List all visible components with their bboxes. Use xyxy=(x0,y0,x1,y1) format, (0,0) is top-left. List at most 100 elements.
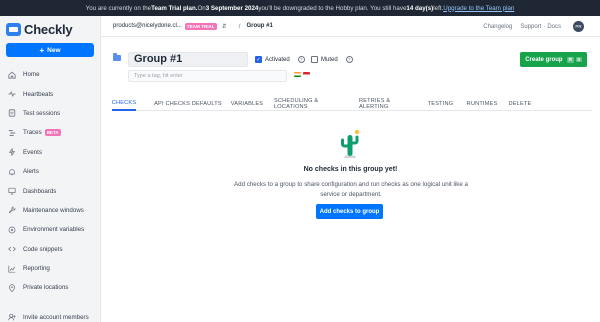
alerts-icon xyxy=(8,168,16,176)
reporting-icon xyxy=(8,265,16,273)
sidebar-item-label: Test sessions xyxy=(23,109,61,117)
help-icon[interactable]: ? xyxy=(297,56,305,63)
create-group-button[interactable]: Create group ⌘ S xyxy=(520,52,587,67)
top-links: Changelog Support · Docs xyxy=(475,16,561,37)
sidebar-item-alerts[interactable]: Alerts xyxy=(0,162,100,181)
checkmark-icon: ✓ xyxy=(255,56,262,63)
home-icon xyxy=(8,71,16,79)
sidebar-item-label: Traces xyxy=(23,129,42,137)
support-link[interactable]: Support xyxy=(520,24,541,30)
sidebar-item-events[interactable]: Events xyxy=(0,143,100,162)
sidebar-item-environment-variables[interactable]: Environment variables xyxy=(0,220,100,239)
add-user-icon xyxy=(8,313,16,321)
banner-text-2: On xyxy=(197,4,206,12)
tab-retries-alerting[interactable]: RETRIES & ALERTING xyxy=(359,97,417,111)
muted-checkbox[interactable]: Muted ? xyxy=(311,55,353,64)
sidebar-item-private-locations[interactable]: Private locations xyxy=(0,278,100,297)
sidebar-item-label: Private locations xyxy=(23,284,69,292)
add-checks-button[interactable]: Add checks to group xyxy=(316,204,383,219)
tab-scheduling-locations[interactable]: SCHEDULING & LOCATIONS xyxy=(274,97,348,111)
sidebar-item-label: Code snippets xyxy=(23,245,63,253)
trial-banner: You are currently on the Team Trial plan… xyxy=(0,0,600,16)
tab-api-checks-defaults[interactable]: API CHECKS DEFAULTS xyxy=(145,97,231,111)
maintenance-icon xyxy=(8,206,16,214)
plus-icon: + xyxy=(39,45,45,55)
events-icon xyxy=(8,148,16,157)
sidebar: Checkly + New Home Heartbeats Test sessi… xyxy=(0,16,101,322)
folder-icon xyxy=(113,53,121,61)
banner-text-4: left. xyxy=(433,4,444,12)
tab-variables[interactable]: VARIABLES xyxy=(230,97,264,111)
sidebar-item-maintenance-windows[interactable]: Maintenance windows xyxy=(0,201,100,220)
tab-checks[interactable]: CHECKS xyxy=(112,97,136,111)
invite-members-link[interactable]: Invite account members xyxy=(8,313,89,321)
top-bar: products@nicelydone.cl... TEAM TRIAL ⇵ /… xyxy=(101,16,600,37)
selector-icon: ⇵ xyxy=(221,23,227,30)
sidebar-item-label: Alerts xyxy=(23,168,39,176)
shortcut-key: ⌘ xyxy=(566,56,574,63)
activated-checkbox[interactable]: ✓ Activated ? xyxy=(255,55,305,64)
banner-date: 3 September 2024 xyxy=(205,4,259,12)
sidebar-item-label: Maintenance windows xyxy=(23,206,84,214)
invite-label: Invite account members xyxy=(23,313,89,321)
cactus-icon xyxy=(341,130,359,158)
sidebar-item-code-snippets[interactable]: Code snippets xyxy=(0,240,100,259)
sidebar-item-label: Dashboards xyxy=(23,187,57,195)
banner-plan: Team Trial plan. xyxy=(151,4,198,12)
tags-input[interactable]: Type a tag, hit enter xyxy=(128,70,287,82)
upgrade-link[interactable]: Upgrade to the Team plan xyxy=(443,5,514,12)
sidebar-nav: Home Heartbeats Test sessions Traces BET… xyxy=(0,65,100,298)
shortcut-key: S xyxy=(575,57,582,62)
new-button[interactable]: + New xyxy=(6,43,94,57)
group-tabs: CHECKS API CHECKS DEFAULTS VARIABLES SCH… xyxy=(112,97,592,111)
empty-title: No checks in this group yet! xyxy=(303,166,398,173)
account-email: products@nicelydone.cl... xyxy=(113,23,182,29)
sidebar-item-dashboards[interactable]: Dashboards xyxy=(0,181,100,200)
changelog-link[interactable]: Changelog xyxy=(483,24,512,30)
docs-link[interactable]: Docs xyxy=(547,24,561,30)
breadcrumb-separator: / xyxy=(238,22,241,30)
create-group-label: Create group xyxy=(525,56,563,63)
main-content: Group #1 ✓ Activated ? Muted ? Type a ta… xyxy=(101,37,600,322)
sidebar-item-label: Events xyxy=(23,148,42,156)
heartbeat-icon xyxy=(8,90,16,98)
tab-testing[interactable]: TESTING xyxy=(428,97,453,111)
sidebar-item-label: Home xyxy=(23,71,40,79)
banner-days: 14 day(s) xyxy=(406,4,434,12)
traces-icon xyxy=(8,129,16,137)
banner-text-3: you'll be downgraded to the Hobby plan. … xyxy=(258,4,407,12)
avatar[interactable]: PR xyxy=(573,21,584,32)
sidebar-item-reporting[interactable]: Reporting xyxy=(0,259,100,278)
tab-runtimes[interactable]: RUNTIMES xyxy=(467,97,498,111)
code-icon xyxy=(8,245,16,253)
checkly-logo-icon xyxy=(6,22,21,36)
location-icon xyxy=(8,284,16,292)
tag-flags xyxy=(294,72,312,77)
logo-text: Checkly xyxy=(24,21,73,37)
sidebar-item-label: Heartbeats xyxy=(23,90,54,98)
sidebar-item-label: Environment variables xyxy=(23,226,85,234)
sidebar-item-heartbeats[interactable]: Heartbeats xyxy=(0,84,100,103)
account-switcher[interactable]: products@nicelydone.cl... TEAM TRIAL ⇵ xyxy=(113,22,227,30)
dashboards-icon xyxy=(8,187,16,195)
new-button-label: New xyxy=(47,46,61,54)
checkbox-empty-icon xyxy=(311,56,318,63)
empty-description: Add checks to a group to share configura… xyxy=(234,181,468,198)
breadcrumb[interactable]: Group #1 xyxy=(246,23,272,29)
banner-text-1: You are currently on the xyxy=(85,4,152,12)
help-icon[interactable]: ? xyxy=(345,56,353,63)
sidebar-item-traces[interactable]: Traces BETA xyxy=(0,123,100,142)
checkly-logo[interactable]: Checkly xyxy=(6,21,73,37)
sidebar-item-test-sessions[interactable]: Test sessions xyxy=(0,104,100,123)
tab-delete[interactable]: DELETE xyxy=(509,97,532,111)
group-name-input[interactable]: Group #1 xyxy=(128,52,248,67)
plan-badge: TEAM TRIAL xyxy=(184,22,217,30)
sidebar-item-home[interactable]: Home xyxy=(0,65,100,84)
test-sessions-icon xyxy=(8,109,16,118)
flag-icon xyxy=(303,72,310,77)
env-variables-icon xyxy=(8,226,16,234)
flag-icon xyxy=(294,72,301,77)
link-separator: · xyxy=(543,23,546,30)
beta-badge: BETA xyxy=(44,129,61,137)
sidebar-item-label: Reporting xyxy=(23,265,50,273)
